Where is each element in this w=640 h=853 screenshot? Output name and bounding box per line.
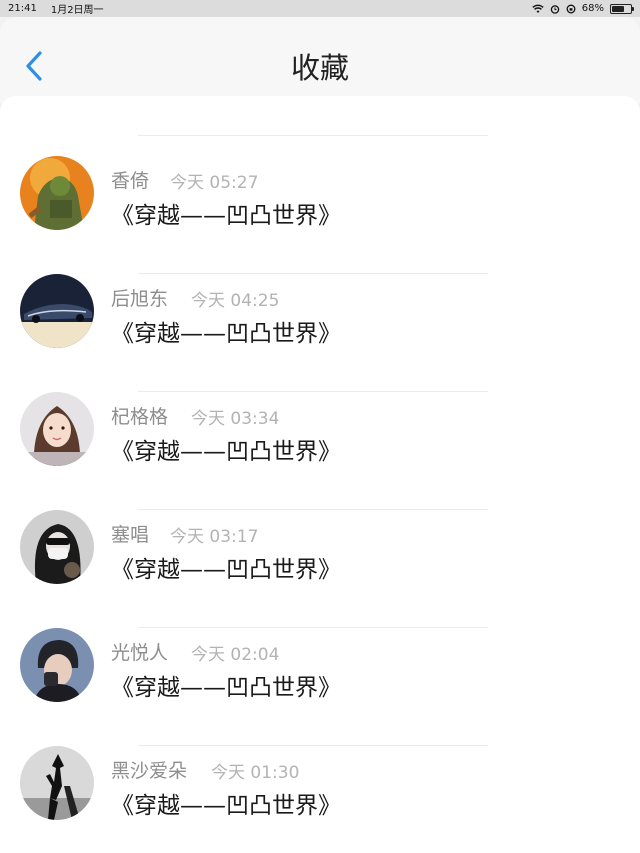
- wifi-icon: [532, 4, 544, 13]
- message-text: 《穿越——凹凸世界》: [111, 439, 341, 465]
- divider: [138, 135, 488, 136]
- message-text: 《穿越——凹凸世界》: [111, 203, 341, 229]
- page-title: 收藏: [290, 51, 349, 85]
- navigation-bar: 收藏: [0, 17, 640, 103]
- status-date: 1月2日周一: [50, 5, 104, 16]
- favorites-list: 香倚 今天 05:27 《穿越——凹凸世界》 后旭东 今天 04:25 《穿越—…: [0, 96, 640, 853]
- username: 杞格格: [111, 406, 169, 428]
- battery-fill: [612, 5, 625, 12]
- message-text: 《穿越——凹凸世界》: [111, 321, 341, 347]
- timestamp: 今天 03:34: [191, 409, 280, 429]
- message-text: 《穿越——凹凸世界》: [111, 557, 341, 583]
- battery-icon: [610, 3, 634, 14]
- timestamp: 今天 01:30: [211, 763, 300, 783]
- username: 后旭东: [111, 288, 169, 310]
- list-item[interactable]: 光悦人 今天 02:04 《穿越——凹凸世界》: [0, 628, 640, 746]
- list-item[interactable]: 黑沙爱朵 今天 01:30 《穿越——凹凸世界》: [0, 746, 640, 853]
- timestamp: 今天 05:27: [170, 173, 259, 193]
- list-item[interactable]: 后旭东 今天 04:25 《穿越——凹凸世界》: [0, 274, 640, 392]
- timestamp: 今天 02:04: [191, 645, 280, 665]
- list-item[interactable]: 杞格格 今天 03:34 《穿越——凹凸世界》: [0, 392, 640, 510]
- status-time: 21:41: [8, 3, 37, 14]
- list-item[interactable]: 塞唱 今天 03:17 《穿越——凹凸世界》: [0, 510, 640, 628]
- username: 黑沙爱朵: [111, 760, 188, 782]
- status-right: 68%: [532, 3, 634, 14]
- timestamp: 今天 04:25: [191, 291, 280, 311]
- list-item[interactable]: 香倚 今天 05:27 《穿越——凹凸世界》: [0, 156, 640, 274]
- message-text: 《穿越——凹凸世界》: [111, 793, 341, 819]
- battery-percent: 68%: [581, 3, 604, 14]
- avatar: [20, 274, 94, 348]
- alarm-icon: [550, 4, 560, 14]
- message-text: 《穿越——凹凸世界》: [111, 675, 341, 701]
- avatar: [20, 746, 94, 820]
- status-bar: 21:41 1月2日周一 68%: [0, 0, 640, 17]
- username: 香倚: [111, 170, 150, 192]
- avatar: [20, 156, 94, 230]
- avatar: [20, 510, 94, 584]
- orientation-lock-icon: [566, 4, 576, 13]
- username: 塞唱: [111, 524, 150, 546]
- username: 光悦人: [111, 642, 169, 664]
- timestamp: 今天 03:17: [170, 527, 259, 547]
- avatar: [20, 392, 94, 466]
- avatar: [20, 628, 94, 702]
- list-item[interactable]: [0, 96, 640, 136]
